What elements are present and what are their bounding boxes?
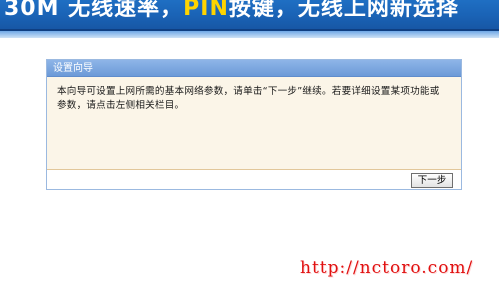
next-button[interactable]: 下一步 — [411, 173, 453, 188]
page: 30M 无线速率，PIN按键，无线上网新选择 设置向导 本向导可设置上网所需的基… — [0, 0, 499, 284]
top-banner: 30M 无线速率，PIN按键，无线上网新选择 — [0, 0, 499, 38]
panel-body: 本向导可设置上网所需的基本网络参数，请单击“下一步”继续。若要详细设置某项功能或… — [47, 77, 461, 170]
banner-title-part1: 30M 无线速率， — [4, 0, 184, 21]
banner-title: 30M 无线速率，PIN按键，无线上网新选择 — [4, 0, 459, 22]
wizard-message: 本向导可设置上网所需的基本网络参数，请单击“下一步”继续。若要详细设置某项功能或… — [57, 86, 440, 111]
banner-title-highlight: PIN — [183, 0, 229, 21]
watermark-url: http://nctoro.com/ — [300, 258, 474, 278]
panel-footer: 下一步 — [47, 170, 461, 189]
banner-title-part2: 按键，无线上网新选择 — [228, 0, 459, 21]
banner-gradient-strip — [0, 31, 499, 38]
panel-header: 设置向导 — [47, 60, 461, 77]
setup-wizard-panel: 设置向导 本向导可设置上网所需的基本网络参数，请单击“下一步”继续。若要详细设置… — [46, 59, 462, 190]
